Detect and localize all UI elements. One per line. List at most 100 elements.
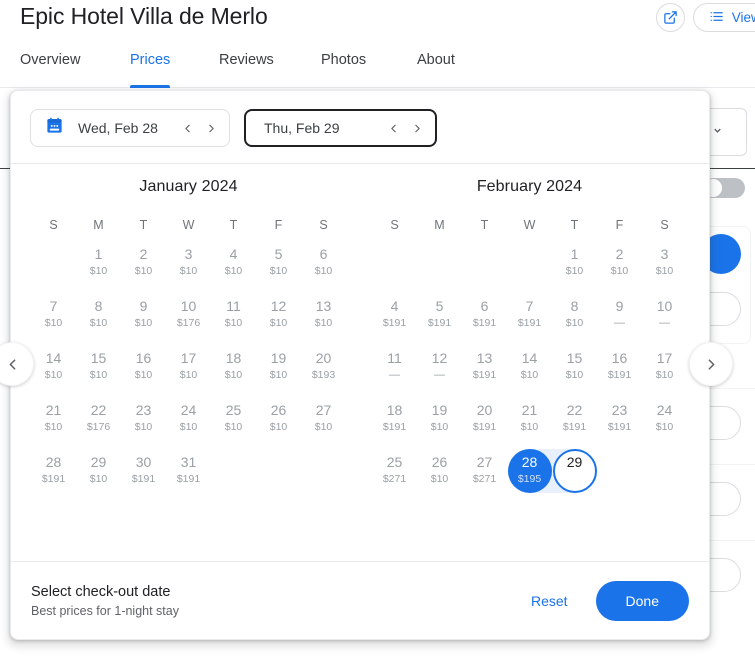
check-in-prev-day-button[interactable] xyxy=(179,118,195,138)
reset-button[interactable]: Reset xyxy=(525,585,574,617)
calendar-day-cell[interactable]: 9— xyxy=(597,298,642,350)
calendar-day-cell[interactable]: 28 $195 xyxy=(507,449,575,506)
calendar-day-cell[interactable]: 15 $10 xyxy=(76,350,121,402)
calendar-day-cell[interactable]: 18 $10 xyxy=(211,350,256,402)
calendar-day-cell[interactable]: 4 $191 xyxy=(372,298,417,350)
calendar-day-cell[interactable]: 16 $10 xyxy=(121,350,166,402)
calendar-day-number: 9 xyxy=(139,298,148,314)
calendar-day-cell[interactable]: 13 $10 xyxy=(301,298,346,350)
calendar-day-cell[interactable]: 19 $10 xyxy=(256,350,301,402)
calendar-day-cell[interactable]: 3 $10 xyxy=(642,246,687,298)
calendar-day-cell[interactable]: 6 $10 xyxy=(301,246,346,298)
calendar-day-number: 13 xyxy=(315,298,332,314)
calendar-day-cell[interactable]: 7 $10 xyxy=(31,298,76,350)
calendar-week-row: 14 $10 15 $10 16 $10 17 $10 18 $10 19 $10 20 $193 xyxy=(31,350,346,402)
calendar-week-row: 28 $191 29 $10 30 $191 31 $191 xyxy=(31,454,346,506)
calendar-day-cell[interactable]: 24 $10 xyxy=(166,402,211,454)
calendar-day-cell[interactable]: 2 $10 xyxy=(121,246,166,298)
check-out-next-day-button[interactable] xyxy=(409,118,425,138)
calendar-day-cell[interactable]: 22 $191 xyxy=(552,402,597,454)
calendar-day-number: 18 xyxy=(386,402,403,418)
calendar-day-cell[interactable]: 26 $10 xyxy=(417,454,462,506)
tab-label: Overview xyxy=(20,52,81,68)
calendar-day-cell[interactable]: 20 $193 xyxy=(301,350,346,402)
done-button[interactable]: Done xyxy=(595,580,689,621)
calendar-day-number: 12 xyxy=(431,350,448,366)
calendar-day-cell[interactable]: 17 $10 xyxy=(166,350,211,402)
calendar-day-cell[interactable]: 23 $191 xyxy=(597,402,642,454)
check-out-prev-day-button[interactable] xyxy=(385,118,401,138)
calendar-day-cell[interactable]: 13 $191 xyxy=(462,350,507,402)
calendar-day-number: 9 xyxy=(615,298,624,314)
tab-reviews[interactable]: Reviews xyxy=(219,50,274,88)
calendar-day-number: 25 xyxy=(386,454,403,470)
calendar-day-cell[interactable]: 14 $10 xyxy=(31,350,76,402)
check-out-date-field[interactable]: Thu, Feb 29 xyxy=(244,109,437,147)
calendar-day-number: 26 xyxy=(270,402,287,418)
calendar-day-cell[interactable]: 8 $10 xyxy=(76,298,121,350)
calendar-day-cell[interactable]: 31 $191 xyxy=(166,454,211,506)
weekday-label: F xyxy=(615,218,624,232)
calendar-day-number: 14 xyxy=(521,350,538,366)
calendar-day-number: 12 xyxy=(270,298,287,314)
calendar-day-cell[interactable]: 1 $10 xyxy=(76,246,121,298)
calendar-day-cell[interactable]: 19 $10 xyxy=(417,402,462,454)
calendar-day-cell[interactable]: 29 xyxy=(529,449,597,506)
calendar-day-price: $10 xyxy=(134,317,153,329)
calendar-day-cell[interactable]: 27 $271 xyxy=(462,454,507,506)
calendar-day-cell[interactable]: 26 $10 xyxy=(256,402,301,454)
calendar-day-cell[interactable]: 22 $176 xyxy=(76,402,121,454)
calendar-day-cell[interactable]: 12 $10 xyxy=(256,298,301,350)
calendar-day-cell[interactable]: 14 $10 xyxy=(507,350,552,402)
date-fields-bar: Wed, Feb 28 Thu, Feb 29 xyxy=(11,91,709,164)
calendar-day-cell[interactable]: 8 $10 xyxy=(552,298,597,350)
calendar-day-cell[interactable]: 25 $10 xyxy=(211,402,256,454)
calendar-day-price: $191 xyxy=(472,317,497,329)
footer-actions: Reset Done xyxy=(525,580,689,621)
calendar-day-cell[interactable]: 25 $271 xyxy=(372,454,417,506)
tab-overview[interactable]: Overview xyxy=(20,50,80,88)
calendar-day-cell[interactable]: 28 $191 xyxy=(31,454,76,506)
calendar-day-cell[interactable]: 2 $10 xyxy=(597,246,642,298)
calendar-day-cell[interactable]: 5 $191 xyxy=(417,298,462,350)
calendar-day-cell[interactable]: 27 $10 xyxy=(301,402,346,454)
calendar-day-price: $10 xyxy=(430,473,449,485)
calendar-day-cell[interactable]: 10 $176 xyxy=(166,298,211,350)
calendar-day-number: 8 xyxy=(570,298,579,314)
external-link-icon[interactable] xyxy=(655,3,685,32)
calendar-day-cell[interactable]: 29 $10 xyxy=(76,454,121,506)
calendar-day-cell[interactable]: 24 $10 xyxy=(642,402,687,454)
tab-about[interactable]: About xyxy=(417,50,455,88)
calendar-day-price: $10 xyxy=(44,421,63,433)
calendar-day-cell[interactable]: 11 — xyxy=(372,350,417,402)
calendar-day-cell[interactable]: 18 $191 xyxy=(372,402,417,454)
next-month-button[interactable] xyxy=(689,342,733,386)
calendar-day-cell[interactable]: 4 $10 xyxy=(211,246,256,298)
calendar-day-cell[interactable]: 21 $10 xyxy=(31,402,76,454)
tab-prices[interactable]: Prices xyxy=(130,50,171,88)
calendar-day-cell[interactable]: 17 $10 xyxy=(642,350,687,402)
check-in-next-day-button[interactable] xyxy=(203,118,219,138)
calendar-day-cell[interactable]: 23 $10 xyxy=(121,402,166,454)
calendar-day-cell[interactable]: 5 $10 xyxy=(256,246,301,298)
calendar-day-cell[interactable]: 21 $10 xyxy=(507,402,552,454)
calendar-day-cell[interactable]: 30 $191 xyxy=(121,454,166,506)
weekday-label: M xyxy=(93,218,104,232)
calendar-day-cell[interactable]: 15 $10 xyxy=(552,350,597,402)
calendar-day-cell[interactable]: 11 $10 xyxy=(211,298,256,350)
check-out-date-value: Thu, Feb 29 xyxy=(264,120,340,136)
calendar-day-empty xyxy=(597,454,642,506)
tab-photos[interactable]: Photos xyxy=(321,50,366,88)
calendar-day-cell[interactable]: 12 — xyxy=(417,350,462,402)
calendars-area: January 2024 S M T W T F S 1 $10 2 $10 3 $10 4 $10 5 $10 6… xyxy=(11,164,709,561)
calendar-day-cell[interactable]: 6 $191 xyxy=(462,298,507,350)
calendar-day-cell[interactable]: 10 — xyxy=(642,298,687,350)
calendar-day-cell[interactable]: 20 $191 xyxy=(462,402,507,454)
calendar-day-cell[interactable]: 16 $191 xyxy=(597,350,642,402)
check-in-date-field[interactable]: Wed, Feb 28 xyxy=(30,109,230,147)
calendar-day-cell[interactable]: 1 $10 xyxy=(552,246,597,298)
calendar-day-cell[interactable]: 7 $191 xyxy=(507,298,552,350)
view-list-button[interactable]: View list xyxy=(692,3,755,32)
calendar-day-cell[interactable]: 9 $10 xyxy=(121,298,166,350)
calendar-day-cell[interactable]: 3 $10 xyxy=(166,246,211,298)
